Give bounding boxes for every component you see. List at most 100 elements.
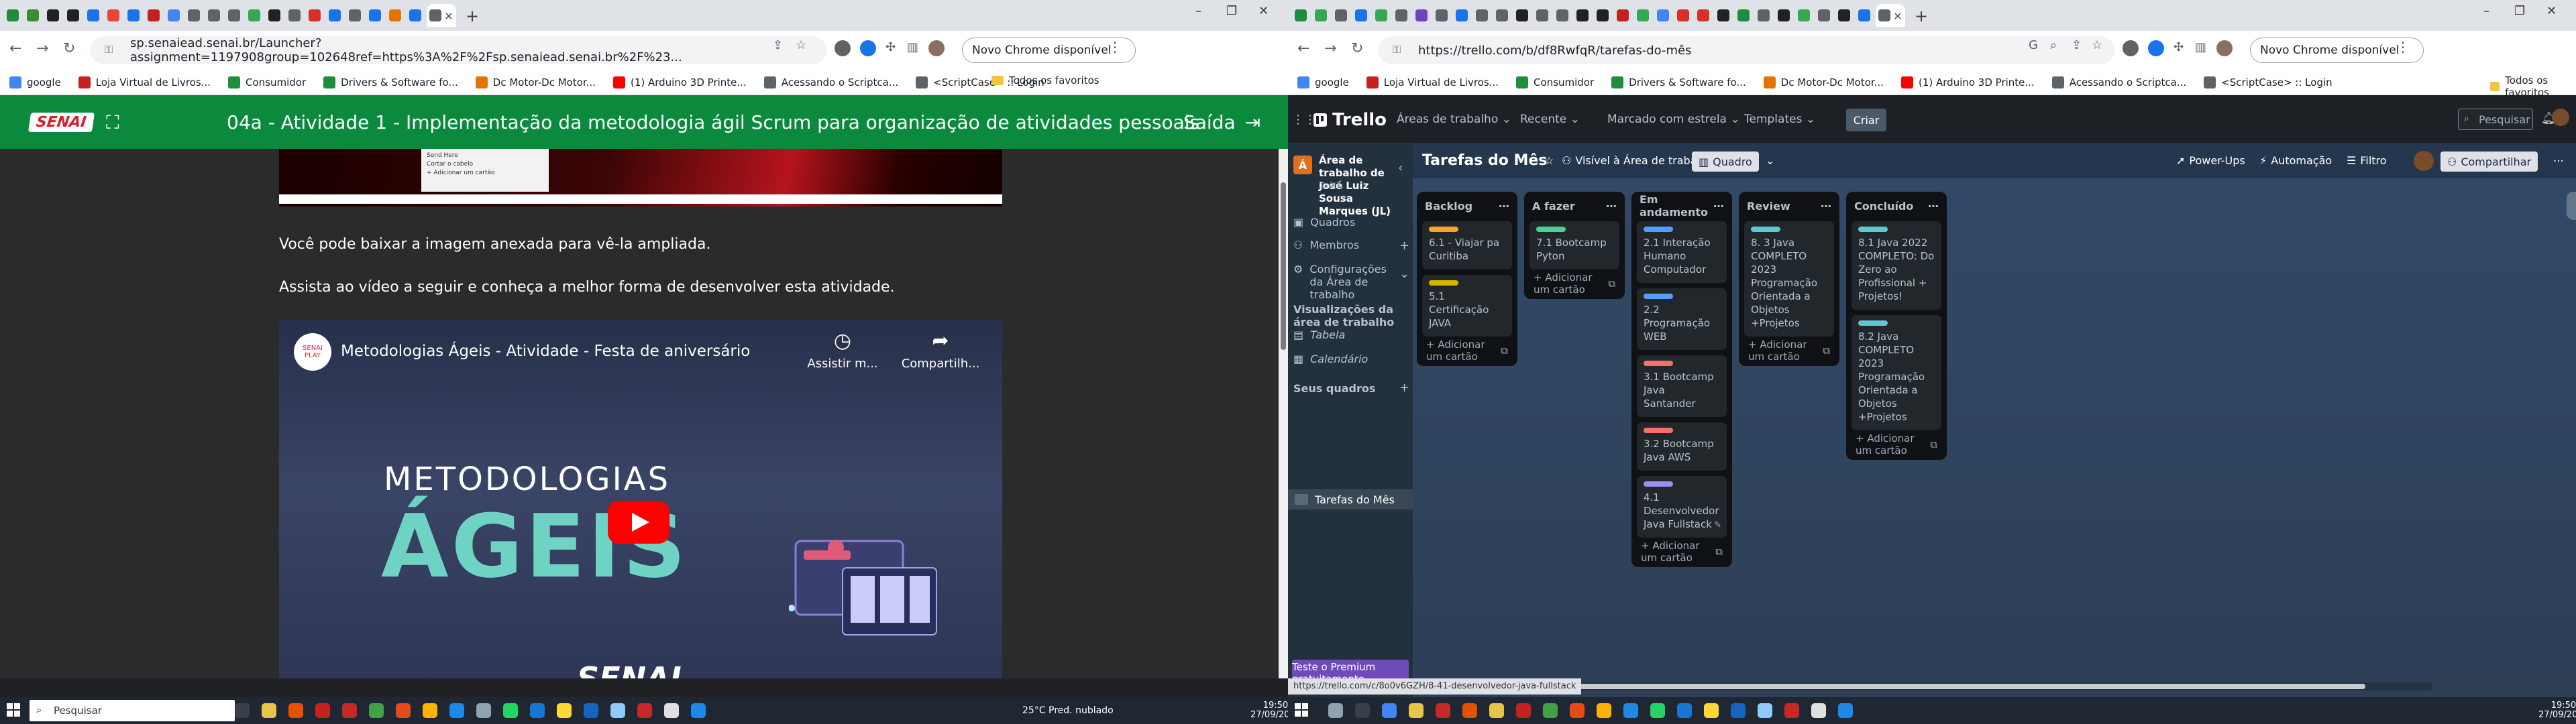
forward-icon[interactable]: → [1324,40,1336,57]
taskbar-app-icon[interactable] [315,703,330,718]
taskbar-app-icon[interactable] [1355,703,1370,718]
views-chevron-icon[interactable]: ⌄ [1766,154,1774,167]
card-template-icon[interactable]: ⧉ [1608,278,1615,290]
browser-tab[interactable]: × [1876,4,1905,27]
list-menu-icon[interactable]: ⋯ [1713,200,1724,213]
menu-kebab-icon[interactable]: ⋮ [1108,39,1122,55]
profile-avatar[interactable] [2216,40,2233,56]
bookmark-item[interactable]: (1) Arduino 3D Printe... [612,76,747,88]
list-header[interactable]: Review ⋯ [1744,196,1834,216]
bookmark-item[interactable]: google [9,76,61,88]
share-button[interactable]: ➦ Compartilh... [894,329,987,371]
browser-tab[interactable] [1373,4,1390,27]
browser-tab[interactable] [1433,4,1450,27]
card-label[interactable] [1644,481,1673,487]
add-card-button[interactable]: + Adicionar um cartão ⧉ [1851,432,1941,457]
bookmark-star-icon[interactable]: ☆ [2092,38,2102,52]
create-button[interactable]: Criar [1846,109,1886,131]
extensions-puzzle-icon[interactable]: ✣ [2174,40,2184,54]
close-tab-icon[interactable]: × [444,9,453,22]
profile-avatar[interactable] [928,40,945,56]
trello-card[interactable]: 7.1 Bootcamp Pyton [1529,221,1619,269]
nav-starred[interactable]: Marcado com estrela ⌄ [1607,113,1740,126]
browser-tab[interactable] [1554,4,1571,27]
app-switcher-icon[interactable]: ⋮⋮ [1292,113,1316,127]
browser-tab[interactable] [386,4,404,27]
reload-icon[interactable]: ↻ [63,40,75,57]
powerups-button[interactable]: ➚ Power-Ups [2176,154,2245,167]
taskbar-app-icon[interactable] [1328,703,1343,718]
browser-tab[interactable] [1534,4,1551,27]
browser-tab[interactable] [1835,4,1853,27]
browser-tab[interactable] [246,4,263,27]
view-switcher[interactable]: ▥ Quadro [1692,152,1759,172]
trello-card[interactable]: 5.1 Certificação JAVA [1422,275,1512,337]
sidebar-item-members[interactable]: ⚇ Membros [1293,239,1359,251]
browser-tab[interactable] [407,4,424,27]
taskbar-app-icon[interactable] [262,703,276,718]
taskbar-app-icon[interactable] [584,703,598,718]
taskbar-app-icon[interactable] [1731,703,1746,718]
browser-tab[interactable] [1413,4,1430,27]
clock[interactable]: 19:50 27/09/2023 [1250,701,1288,720]
bookmark-item[interactable]: Acessando o Scriptca... [2051,76,2186,88]
browser-tab[interactable] [326,4,343,27]
bookmark-item[interactable]: Drivers & Software fo... [1611,76,1746,88]
board-menu-icon[interactable]: ⋯ [2553,154,2564,167]
bookmark-item[interactable]: Dc Motor-Dc Motor... [475,76,596,88]
trello-card[interactable]: 8.2 Java COMPLETO 2023 Programação Orien… [1851,315,1941,430]
image-scrollbar[interactable] [279,194,1002,204]
browser-tab[interactable] [44,4,62,27]
list-title[interactable]: Review [1747,200,1790,213]
card-label[interactable] [1751,227,1780,232]
bookmark-item[interactable]: google [1297,76,1349,88]
new-tab-icon[interactable]: + [466,7,479,25]
browser-tab[interactable] [1513,4,1531,27]
browser-tab[interactable] [85,4,102,27]
browser-tab[interactable] [125,4,142,27]
video-title[interactable]: Metodologias Ágeis - Atividade - Festa d… [341,343,750,360]
browser-tab[interactable] [1735,4,1752,27]
add-card-button[interactable]: + Adicionar um cartão ⧉ [1744,339,1834,363]
exit-button[interactable]: Saída ⇥ [1183,111,1260,133]
browser-tab[interactable] [1312,4,1330,27]
browser-tab[interactable] [1473,4,1491,27]
bookmark-item[interactable]: Dc Motor-Dc Motor... [1763,76,1884,88]
bookmark-item[interactable]: Drivers & Software fo... [323,76,458,88]
clock[interactable]: 19:50 27/09/2023 [2538,701,2576,720]
back-icon[interactable]: ← [1297,40,1309,57]
windows-start-icon[interactable] [7,703,20,717]
taskbar-app-icon[interactable] [1489,703,1504,718]
add-card-button[interactable]: + Adicionar um cartão ⧉ [1637,540,1727,564]
taskbar-app-icon[interactable] [342,703,357,718]
bookmark-item[interactable]: (1) Arduino 3D Printe... [1900,76,2035,88]
taskbar-app-icon[interactable] [1570,703,1585,718]
sidebar-item-settings[interactable]: ⚙ Configurações da Área de trabalho [1293,263,1401,301]
watch-later-button[interactable]: ◷ Assistir m... [796,329,890,371]
sidebar-item-calendar[interactable]: ▦ Calendário [1293,353,1368,365]
share-icon[interactable]: ⇪ [2072,38,2082,52]
automation-button[interactable]: ⚡︎ Automação [2259,154,2332,167]
reload-icon[interactable]: ↻ [1351,40,1363,57]
card-label[interactable] [1858,320,1888,326]
card-label[interactable] [1536,227,1566,232]
taskbar-app-icon[interactable] [637,703,652,718]
taskbar-app-icon[interactable] [1409,703,1424,718]
browser-tab[interactable] [1614,4,1631,27]
new-tab-icon[interactable]: + [1915,7,1928,25]
list-header[interactable]: Backlog ⋯ [1422,196,1512,216]
sidebar-item-table[interactable]: ▤ Tabela [1293,328,1345,341]
add-card-button[interactable]: + Adicionar um cartão ⧉ [1529,272,1619,296]
trello-card[interactable]: 3.1 Bootcamp Java Santander [1637,355,1727,417]
list-header[interactable]: Em andamento ⋯ [1637,193,1727,219]
taskbar-app-icon[interactable] [503,703,518,718]
scroll-thumb[interactable] [1281,182,1286,350]
minimize-icon[interactable]: – [2483,4,2489,18]
zoom-icon[interactable]: ⌕ [2050,38,2057,52]
browser-tab[interactable] [1574,4,1591,27]
close-tab-icon[interactable]: × [1893,9,1902,22]
trello-card[interactable]: 4.1 Desenvolvedor Java Fullstack ✎ [1637,476,1727,538]
taskbar-app-icon[interactable] [1516,703,1531,718]
browser-tab[interactable] [1493,4,1511,27]
browser-tab[interactable] [346,4,364,27]
